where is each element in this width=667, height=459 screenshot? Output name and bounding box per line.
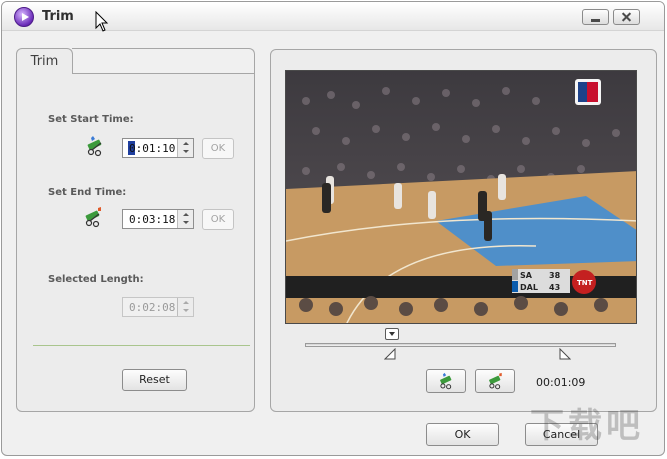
channel-logo xyxy=(575,79,601,105)
clip-end-icon xyxy=(489,372,502,390)
current-time-readout: 00:01:09 xyxy=(536,376,586,389)
window-title: Trim xyxy=(42,9,74,24)
score-value1: 38 xyxy=(549,271,561,280)
tab-trim[interactable]: Trim xyxy=(16,48,73,74)
end-time-stepper[interactable]: 0:03:18 xyxy=(122,209,194,229)
video-frame-image: SA 38 DAL 43 TNT xyxy=(286,71,636,323)
end-time-spin-arrows[interactable] xyxy=(177,210,193,228)
set-end-button[interactable] xyxy=(475,369,515,393)
ok-button[interactable]: OK xyxy=(426,423,499,446)
panel-divider xyxy=(33,345,250,346)
end-time-label: Set End Time: xyxy=(48,187,127,198)
start-ok-button[interactable]: OK xyxy=(202,138,234,159)
end-marker[interactable] xyxy=(559,348,571,360)
selected-length-stepper: 0:02:08 xyxy=(122,297,194,317)
score-value2: 43 xyxy=(549,283,560,292)
selected-length-value: 0:02:08 xyxy=(129,301,176,314)
start-time-stepper[interactable]: 0:01:10 xyxy=(122,138,194,158)
video-preview[interactable]: SA 38 DAL 43 TNT xyxy=(285,70,637,324)
playhead-handle[interactable] xyxy=(385,328,399,340)
clip-end-icon xyxy=(85,207,101,228)
start-time-value: 0:01:10 xyxy=(129,142,176,155)
start-marker[interactable] xyxy=(384,348,396,360)
set-start-button[interactable] xyxy=(426,369,466,393)
score-team1: SA xyxy=(520,271,533,280)
selected-length-spin-arrows xyxy=(177,298,193,316)
clip-start-icon xyxy=(440,372,452,390)
clip-start-icon xyxy=(87,136,102,157)
watermark: 下载吧 xyxy=(530,406,644,446)
start-time-label: Set Start Time: xyxy=(48,114,134,125)
timeline-track[interactable] xyxy=(305,343,616,347)
close-button[interactable] xyxy=(613,9,640,25)
selected-length-label: Selected Length: xyxy=(48,274,144,285)
minimize-button[interactable] xyxy=(582,9,609,25)
score-team2: DAL xyxy=(520,283,538,292)
reset-button[interactable]: Reset xyxy=(122,369,187,391)
start-time-spin-arrows[interactable] xyxy=(177,139,193,157)
end-ok-button[interactable]: OK xyxy=(202,209,234,230)
mouse-cursor-icon xyxy=(95,11,109,32)
tab-strip xyxy=(72,48,255,74)
score-network: TNT xyxy=(577,279,593,287)
app-icon xyxy=(14,7,34,27)
end-time-value: 0:03:18 xyxy=(129,213,176,226)
